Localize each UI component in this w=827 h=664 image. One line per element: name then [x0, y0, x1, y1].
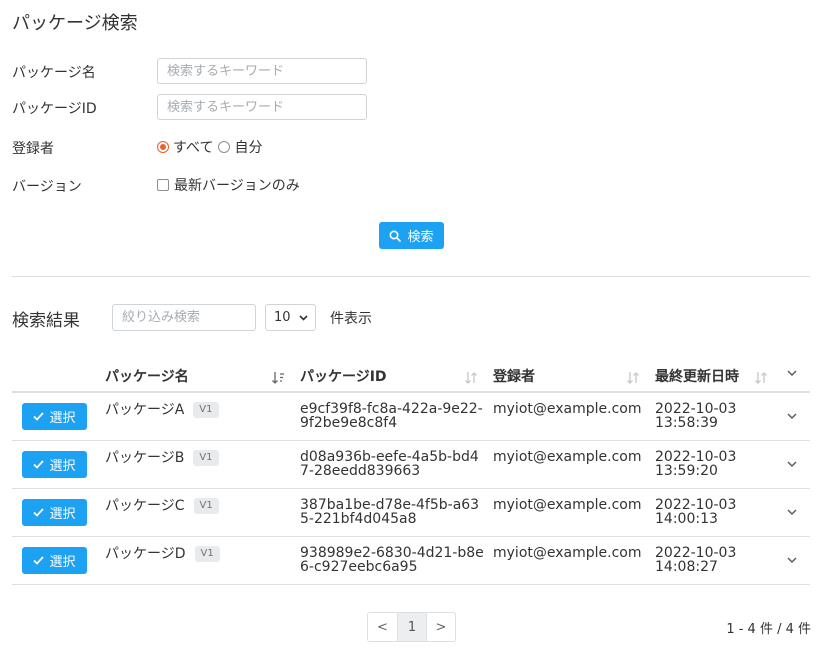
page-size-label: 件表示 — [330, 311, 372, 327]
package-name: パッケージD — [105, 546, 186, 562]
package-name-cell: パッケージC V1 — [105, 498, 219, 514]
select-button-label: 選択 — [49, 507, 76, 522]
select-button[interactable]: 選択 — [22, 451, 87, 478]
package-name: パッケージB — [105, 450, 185, 466]
chevron-down-icon[interactable] — [787, 509, 797, 516]
package-id: 387ba1be-d78e-4f5b-a635-221bf4d045a8 — [300, 497, 480, 527]
sort-icon[interactable] — [754, 371, 768, 385]
table-row: 選択 パッケージA V1 e9cf39f8-fc8a-422a-9e22-9f2… — [12, 393, 810, 441]
check-icon — [33, 508, 45, 517]
registrant: myiot@example.com — [493, 401, 642, 417]
select-button-label: 選択 — [49, 555, 76, 570]
registrant-label: 登録者 — [12, 141, 54, 157]
package-id: d08a936b-eefe-4a5b-bd47-28eedd839663 — [300, 449, 479, 479]
radio-all[interactable] — [157, 141, 169, 153]
search-button[interactable]: 検索 — [379, 222, 444, 249]
package-id: 938989e2-6830-4d21-b8e6-c927eebc6a95 — [300, 545, 484, 575]
package-id-input[interactable] — [157, 94, 367, 120]
latest-only-label[interactable]: 最新バージョンのみ — [174, 175, 300, 195]
latest-only-checkbox-group: 最新バージョンのみ — [157, 175, 300, 195]
filter-input[interactable] — [112, 304, 256, 331]
package-name-cell: パッケージD V1 — [105, 546, 220, 562]
search-icon — [389, 229, 402, 242]
registrant: myiot@example.com — [493, 545, 642, 561]
sort-icon[interactable] — [464, 371, 478, 385]
latest-only-checkbox[interactable] — [157, 179, 169, 191]
next-page-button[interactable]: > — [426, 613, 455, 641]
version-badge: V1 — [193, 498, 219, 514]
table-row: 選択 パッケージB V1 d08a936b-eefe-4a5b-bd47-28e… — [12, 441, 810, 489]
results-table: パッケージ名 パッケージID 登録者 最終更新日時 選択 パッケージA V1 e… — [12, 357, 810, 585]
table-header: パッケージ名 パッケージID 登録者 最終更新日時 — [12, 357, 810, 393]
chevron-down-icon[interactable] — [787, 461, 797, 468]
chevron-down-icon[interactable] — [787, 557, 797, 564]
registrant: myiot@example.com — [493, 497, 642, 513]
select-button[interactable]: 選択 — [22, 403, 87, 430]
divider — [12, 276, 810, 277]
registrant: myiot@example.com — [493, 449, 642, 465]
pagination: < 1 > — [367, 612, 456, 642]
check-icon — [33, 412, 45, 421]
package-id: e9cf39f8-fc8a-422a-9e22-9f2be9e8c8f4 — [300, 401, 483, 431]
sort-icon[interactable] — [271, 371, 285, 385]
radio-self-label[interactable]: 自分 — [234, 137, 262, 157]
sort-icon[interactable] — [626, 371, 640, 385]
updated-at: 2022-10-03 14:00:13 — [655, 498, 755, 526]
column-header-registrant[interactable]: 登録者 — [493, 366, 535, 386]
table-row: 選択 パッケージD V1 938989e2-6830-4d21-b8e6-c92… — [12, 537, 810, 585]
column-header-updated-at[interactable]: 最終更新日時 — [655, 366, 739, 386]
current-page-button[interactable]: 1 — [397, 613, 426, 641]
chevron-down-icon[interactable] — [787, 370, 797, 377]
package-name-cell: パッケージA V1 — [105, 402, 219, 418]
package-name: パッケージA — [105, 402, 185, 418]
select-button-label: 選択 — [49, 459, 76, 474]
updated-time: 13:58:39 — [655, 415, 718, 431]
package-id-label: パッケージID — [12, 101, 97, 117]
updated-time: 14:08:27 — [655, 559, 718, 575]
version-label: バージョン — [12, 179, 82, 195]
updated-date: 2022-10-03 — [655, 497, 737, 513]
updated-at: 2022-10-03 13:58:39 — [655, 402, 755, 430]
updated-time: 14:00:13 — [655, 511, 718, 527]
select-button[interactable]: 選択 — [22, 499, 87, 526]
radio-all-label[interactable]: すべて — [173, 137, 213, 157]
check-icon — [33, 460, 45, 469]
version-badge: V1 — [193, 450, 219, 466]
result-count: 1 - 4 件 / 4 件 — [726, 622, 811, 637]
package-name: パッケージC — [105, 498, 185, 514]
updated-time: 13:59:20 — [655, 463, 718, 479]
registrant-radio-group: すべて 自分 — [157, 137, 267, 157]
package-name-input[interactable] — [157, 58, 367, 84]
column-header-package-name[interactable]: パッケージ名 — [105, 366, 189, 386]
updated-date: 2022-10-03 — [655, 401, 737, 417]
page-size-select[interactable]: 10 — [265, 304, 316, 331]
page-title: パッケージ検索 — [12, 13, 138, 34]
prev-page-button[interactable]: < — [368, 613, 397, 641]
results-title: 検索結果 — [12, 311, 80, 331]
select-button[interactable]: 選択 — [22, 547, 87, 574]
updated-at: 2022-10-03 14:08:27 — [655, 546, 755, 574]
package-name-label: パッケージ名 — [12, 65, 96, 81]
package-name-cell: パッケージB V1 — [105, 450, 219, 466]
chevron-down-icon[interactable] — [787, 413, 797, 420]
updated-at: 2022-10-03 13:59:20 — [655, 450, 755, 478]
updated-date: 2022-10-03 — [655, 545, 737, 561]
radio-self[interactable] — [218, 141, 231, 153]
page-size-value: 10 — [274, 310, 291, 325]
search-button-label: 検索 — [407, 230, 434, 245]
chevron-down-icon — [299, 314, 308, 321]
updated-date: 2022-10-03 — [655, 449, 737, 465]
check-icon — [33, 556, 45, 565]
version-badge: V1 — [194, 546, 220, 562]
version-badge: V1 — [193, 402, 219, 418]
table-row: 選択 パッケージC V1 387ba1be-d78e-4f5b-a635-221… — [12, 489, 810, 537]
column-header-package-id[interactable]: パッケージID — [300, 366, 387, 386]
select-button-label: 選択 — [49, 411, 76, 426]
